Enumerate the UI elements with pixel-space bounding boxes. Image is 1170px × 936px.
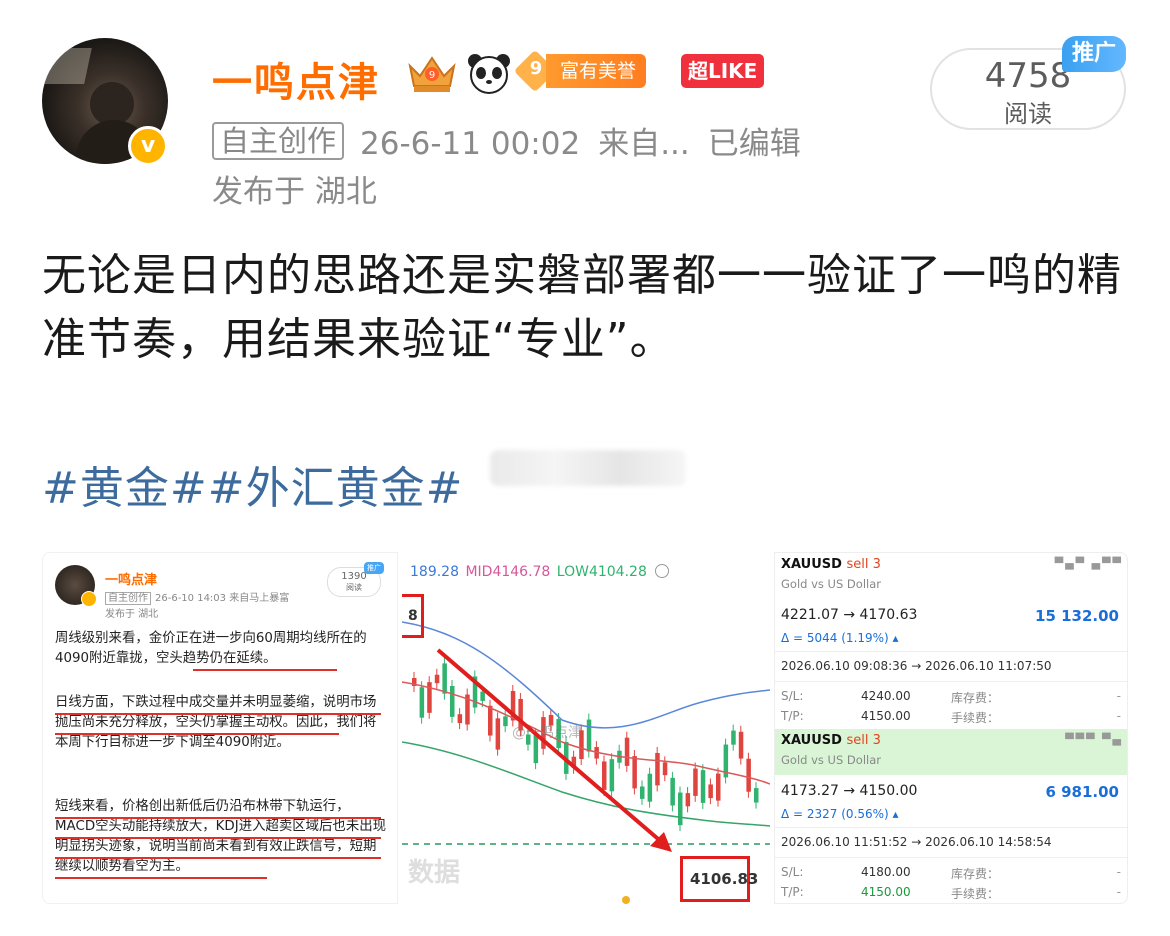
candle-body <box>434 674 440 684</box>
post-text: 无论是日内的思路还是实磐部署都一一验证了一鸣的精准节奏，用结果来验证“专业”。 <box>42 250 1122 365</box>
candle-body <box>640 786 645 799</box>
paragraph: 周线级别来看，金价正在进一步向60周期均线所在的4090附近靠拢，空头趋势仍在延… <box>55 631 367 666</box>
candle-body <box>419 687 425 718</box>
chart-header: 189.28 MID4146.78 LOW4104.28 <box>410 564 669 580</box>
candle-body <box>746 758 751 792</box>
candle-body <box>457 714 463 724</box>
paragraph: 日线方面，下跌过程中成交量并未明显萎缩，说明市场抛压尚未充分释放，空头仍掌握主动… <box>55 695 377 750</box>
svg-text:9: 9 <box>429 70 435 81</box>
candle-body <box>700 770 706 803</box>
post-timestamp: 26-6-11 00:02 <box>360 126 581 162</box>
post-location: 发布于 湖北 <box>105 609 159 620</box>
hashtags[interactable]: #黄金##外汇黄金# <box>42 452 463 516</box>
crown-badge-icon[interactable]: 9 <box>404 52 460 94</box>
candle-body <box>731 730 736 745</box>
candle-body <box>662 762 668 776</box>
candle-body <box>488 705 493 736</box>
candle-body <box>670 777 675 806</box>
candle-body <box>632 756 637 789</box>
promo-badge: 推广 <box>1062 36 1127 72</box>
candle-body <box>693 768 698 796</box>
post-meta: 自主创作 26-6-10 14:03 来自马上暴富 <box>105 589 289 605</box>
trade-profit: 6 981.00 <box>1045 783 1119 801</box>
post-image-2-chart[interactable]: 189.28 MID4146.78 LOW4104.28 8 4106.83 @… <box>402 552 770 904</box>
candle-body <box>754 788 759 803</box>
read-label: 阅读 <box>1004 100 1052 128</box>
post-meta: 自主创作 26-6-11 00:02 来自... 已编辑 <box>212 118 801 163</box>
post-source[interactable]: 来自... <box>598 126 690 162</box>
panda-badge-icon[interactable] <box>466 52 512 94</box>
post-location: 发布于 湖北 <box>212 174 377 210</box>
candle-body <box>602 761 607 790</box>
candle-body <box>647 773 653 802</box>
candle-body <box>442 663 447 694</box>
candle-body <box>678 792 683 826</box>
blurred-content <box>490 450 686 486</box>
candle-body <box>495 718 501 750</box>
candle-body <box>685 793 691 807</box>
candle-body <box>624 737 630 766</box>
watermark: 数据 <box>408 858 461 888</box>
read-count-pill: 1390 阅读 推广 <box>327 562 384 597</box>
candle-body <box>480 691 485 701</box>
post-image-3-trades[interactable]: XAUUSD sell 3 Gold vs US Dollar ▀▄▀ ▄▀▀ … <box>774 552 1128 904</box>
watermark: @一鸣点津 <box>512 725 582 741</box>
edited-label[interactable]: 已编辑 <box>708 126 801 162</box>
current-price-label: 4106.83 <box>690 870 759 888</box>
info-icon <box>654 564 669 578</box>
candle-body <box>716 773 721 801</box>
candle-body <box>503 716 508 727</box>
username: 一鸣点津 <box>105 573 158 588</box>
trade-record: XAUUSD sell 3 Gold vs US Dollar ▀▄▀ ▄▀▀ … <box>775 553 1127 729</box>
original-tag: 自主创作 <box>212 122 345 160</box>
candle-body <box>738 731 744 759</box>
candle-body <box>450 685 455 717</box>
verified-badge-icon <box>81 591 97 607</box>
candle-body <box>609 759 615 792</box>
price-label-left: 8 <box>408 608 418 624</box>
post-image-1[interactable]: 一鸣点津 自主创作 26-6-10 14:03 来自马上暴富 发布于 湖北 139… <box>42 552 398 904</box>
chao-like-badge[interactable]: 超LIKE <box>681 54 765 88</box>
verified-badge-icon: v <box>128 126 168 166</box>
trade-record: XAUUSD sell 3 Gold vs US Dollar ▀▀▀ ▀▄ 4… <box>775 729 1127 903</box>
candle-body <box>586 719 592 752</box>
candle-body <box>708 784 713 799</box>
trade-profit: 15 132.00 <box>1035 607 1119 625</box>
candle-body <box>655 752 660 786</box>
username[interactable]: 一鸣点津 <box>212 50 380 108</box>
